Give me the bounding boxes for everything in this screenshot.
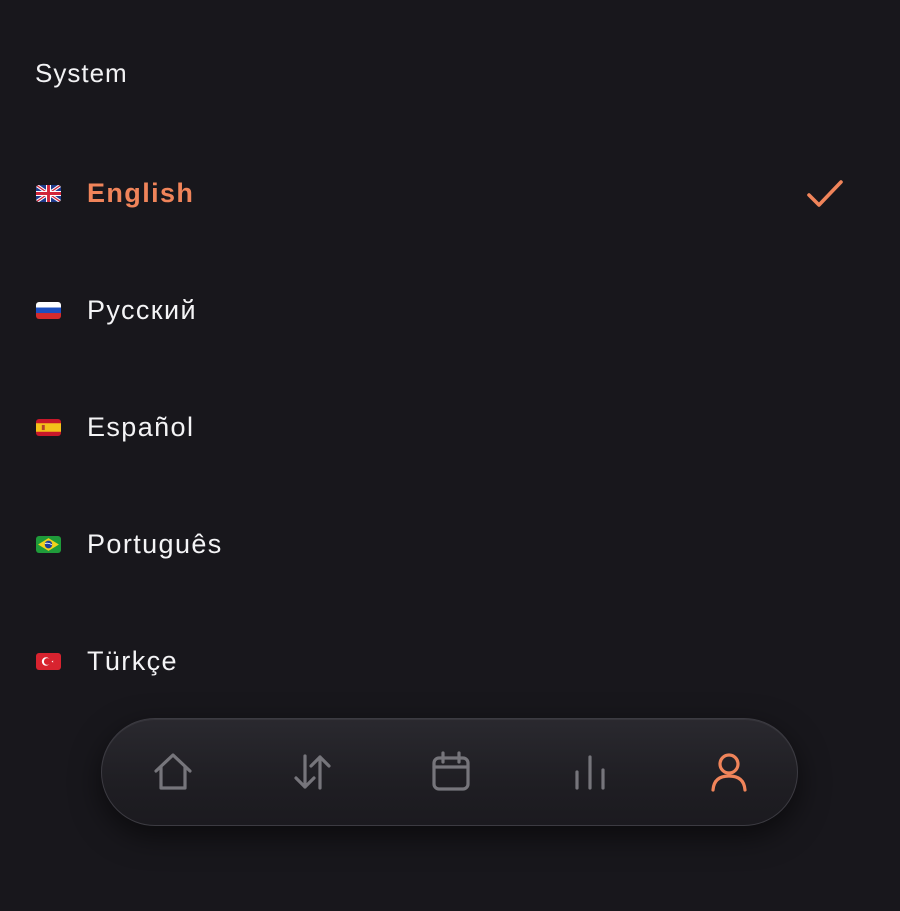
person-icon (710, 752, 747, 792)
brazil-flag-icon (36, 536, 61, 553)
tab-stats[interactable] (520, 719, 659, 824)
tab-profile[interactable] (659, 719, 798, 824)
language-option-turkish[interactable]: Türkçe (0, 603, 900, 720)
language-label: Türkçe (87, 646, 178, 676)
language-option-portuguese[interactable]: Português (0, 486, 900, 603)
tab-home[interactable] (103, 719, 242, 824)
tab-calendar[interactable] (381, 719, 520, 824)
up-down-arrows-icon (293, 753, 331, 790)
calendar-icon (431, 750, 470, 791)
language-option-spanish[interactable]: Español (0, 369, 900, 486)
language-option-russian[interactable]: Русский (0, 252, 900, 369)
uk-flag-icon (36, 185, 61, 202)
language-label: Español (87, 412, 195, 442)
spain-flag-icon (36, 419, 61, 436)
checkmark-icon (807, 179, 843, 207)
tab-transfers[interactable] (242, 719, 381, 824)
system-section-title: System (35, 58, 128, 88)
bottom-tab-bar (101, 718, 798, 826)
language-label: Русский (87, 295, 197, 325)
language-option-english[interactable]: English (0, 135, 900, 252)
language-list: English Русский Español Português Türkçe (0, 135, 900, 720)
language-label: Português (87, 529, 223, 559)
bar-chart-icon (574, 754, 605, 790)
home-icon (153, 752, 192, 790)
turkey-flag-icon (36, 653, 61, 670)
russia-flag-icon (36, 302, 61, 319)
language-label: English (87, 178, 195, 208)
